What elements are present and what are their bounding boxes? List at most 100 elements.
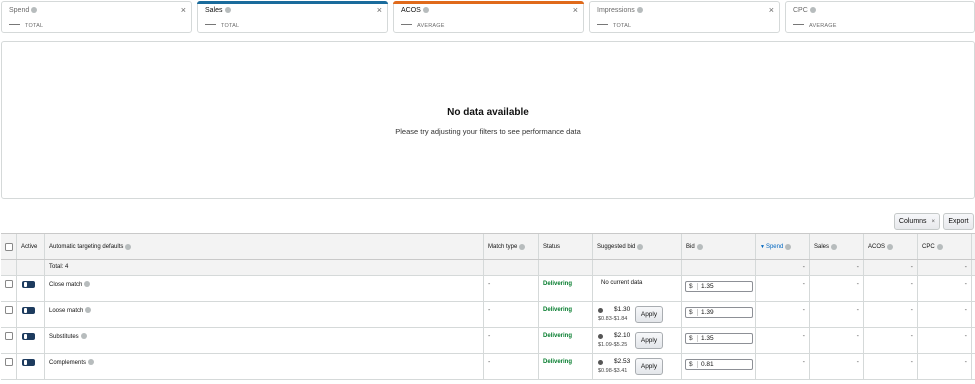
row-checkbox[interactable]: [5, 306, 13, 314]
acos-value: -: [910, 333, 913, 340]
status-text: Delivering: [543, 359, 573, 365]
bid-value: 1.35: [701, 335, 714, 342]
close-icon[interactable]: ×: [377, 5, 382, 15]
metric-label: CPC: [793, 7, 816, 14]
header-cpc[interactable]: CPC: [918, 234, 972, 259]
suggested-bid-range: $0.98-$3.41: [598, 368, 628, 374]
spend-value: -: [802, 359, 805, 366]
metric-label: ACOS: [401, 7, 429, 14]
targeting-name: Loose match: [49, 307, 92, 314]
bid-value: 1.35: [701, 283, 714, 290]
info-icon: [422, 7, 429, 13]
header-active[interactable]: Active: [17, 234, 45, 259]
info-icon: [224, 7, 231, 13]
sales-value: -: [856, 359, 859, 366]
info-icon: [80, 333, 87, 339]
currency-symbol: $: [689, 335, 693, 342]
suggested-bid-price: $2.10: [614, 332, 631, 339]
header-match-type[interactable]: Match type: [484, 234, 539, 259]
bid-value: 0.81: [701, 361, 714, 368]
currency-symbol: $: [689, 361, 693, 368]
cpc-value: -: [964, 333, 967, 340]
info-icon: [785, 243, 792, 250]
targeting-name: Close match: [49, 281, 91, 288]
targeting-name: Substitutes: [49, 333, 87, 340]
row-checkbox[interactable]: [5, 280, 13, 288]
info-icon: [88, 359, 95, 365]
active-toggle[interactable]: [22, 359, 35, 366]
close-icon[interactable]: ×: [769, 5, 774, 15]
header-acos[interactable]: ACOS: [864, 234, 918, 259]
close-icon[interactable]: ×: [181, 5, 186, 15]
close-icon[interactable]: ×: [573, 5, 578, 15]
apply-button[interactable]: Apply: [635, 306, 663, 323]
close-icon: ×: [931, 218, 936, 225]
bid-input[interactable]: $1.35: [685, 333, 753, 344]
acos-value: -: [910, 281, 913, 288]
header-targeting[interactable]: Automatic targeting defaults: [45, 234, 484, 259]
table-row: Loose match - Delivering - - - -: [1, 302, 975, 328]
bid-input[interactable]: $1.39: [685, 307, 753, 318]
header-bid[interactable]: Bid: [682, 234, 756, 259]
info-icon: [696, 243, 703, 250]
info-icon: [936, 243, 943, 250]
cpc-value: -: [964, 359, 967, 366]
apply-button[interactable]: Apply: [635, 332, 663, 349]
info-icon: [31, 7, 38, 13]
active-toggle[interactable]: [22, 307, 35, 314]
row-checkbox[interactable]: [5, 332, 13, 340]
table-row: Close match - Delivering No current data…: [1, 276, 975, 302]
metric-aggregate: AVERAGE: [401, 23, 445, 29]
header-sales[interactable]: Sales: [810, 234, 864, 259]
info-icon: [809, 7, 816, 13]
metric-card-spend[interactable]: Spend × TOTAL: [1, 1, 192, 33]
metric-card-sales[interactable]: Sales × TOTAL: [197, 1, 388, 33]
header-suggested-bid[interactable]: Suggested bid: [593, 234, 682, 259]
total-acos: -: [910, 264, 913, 271]
metric-aggregate: AVERAGE: [793, 23, 837, 29]
currency-symbol: $: [689, 309, 693, 316]
total-cpc: -: [964, 264, 967, 271]
header-status[interactable]: Status: [539, 234, 593, 259]
suggested-bid-range: $1.09-$5.25: [598, 342, 628, 348]
apply-button[interactable]: Apply: [635, 358, 663, 375]
status-text: Delivering: [543, 333, 573, 339]
no-data-subtitle: Please try adjusting your filters to see…: [395, 127, 581, 136]
match-type: -: [488, 281, 491, 288]
info-icon: [637, 243, 644, 250]
total-sales: -: [856, 264, 859, 271]
info-icon: [84, 281, 91, 287]
metric-card-acos[interactable]: ACOS × AVERAGE: [393, 1, 584, 33]
info-icon: [519, 243, 526, 250]
suggested-bid-info-icon[interactable]: [598, 360, 603, 365]
suggested-bid-price: $2.53: [614, 358, 631, 365]
suggested-bid-info-icon[interactable]: [598, 334, 603, 339]
metric-label: Spend: [9, 7, 38, 14]
metric-card-impressions[interactable]: Impressions × TOTAL: [589, 1, 780, 33]
columns-button[interactable]: Columns ×: [894, 213, 940, 230]
metric-aggregate: TOTAL: [597, 23, 631, 29]
active-toggle[interactable]: [22, 281, 35, 288]
bid-input[interactable]: $0.81: [685, 359, 753, 370]
metric-label: Impressions: [597, 7, 643, 14]
select-all-checkbox[interactable]: [5, 243, 13, 251]
sort-down-icon: ▼: [760, 243, 765, 250]
info-icon: [85, 307, 92, 313]
status-text: Delivering: [543, 281, 573, 287]
targeting-table: Active Automatic targeting defaults Matc…: [1, 233, 975, 381]
total-label: Total: 4: [49, 264, 69, 270]
metric-aggregate: TOTAL: [9, 23, 43, 29]
match-type: -: [488, 359, 491, 366]
acos-value: -: [910, 307, 913, 314]
export-button[interactable]: Export: [943, 213, 974, 230]
active-toggle[interactable]: [22, 333, 35, 340]
info-icon: [125, 243, 132, 250]
suggested-bid-info-icon[interactable]: [598, 308, 603, 313]
suggested-bid-text: No current data: [601, 280, 643, 286]
bid-input[interactable]: $1.35: [685, 281, 753, 292]
header-spend[interactable]: ▼ Spend: [756, 234, 810, 259]
cpc-value: -: [964, 281, 967, 288]
bid-value: 1.39: [701, 309, 714, 316]
metric-card-cpc[interactable]: CPC AVERAGE: [785, 1, 975, 33]
row-checkbox[interactable]: [5, 358, 13, 366]
